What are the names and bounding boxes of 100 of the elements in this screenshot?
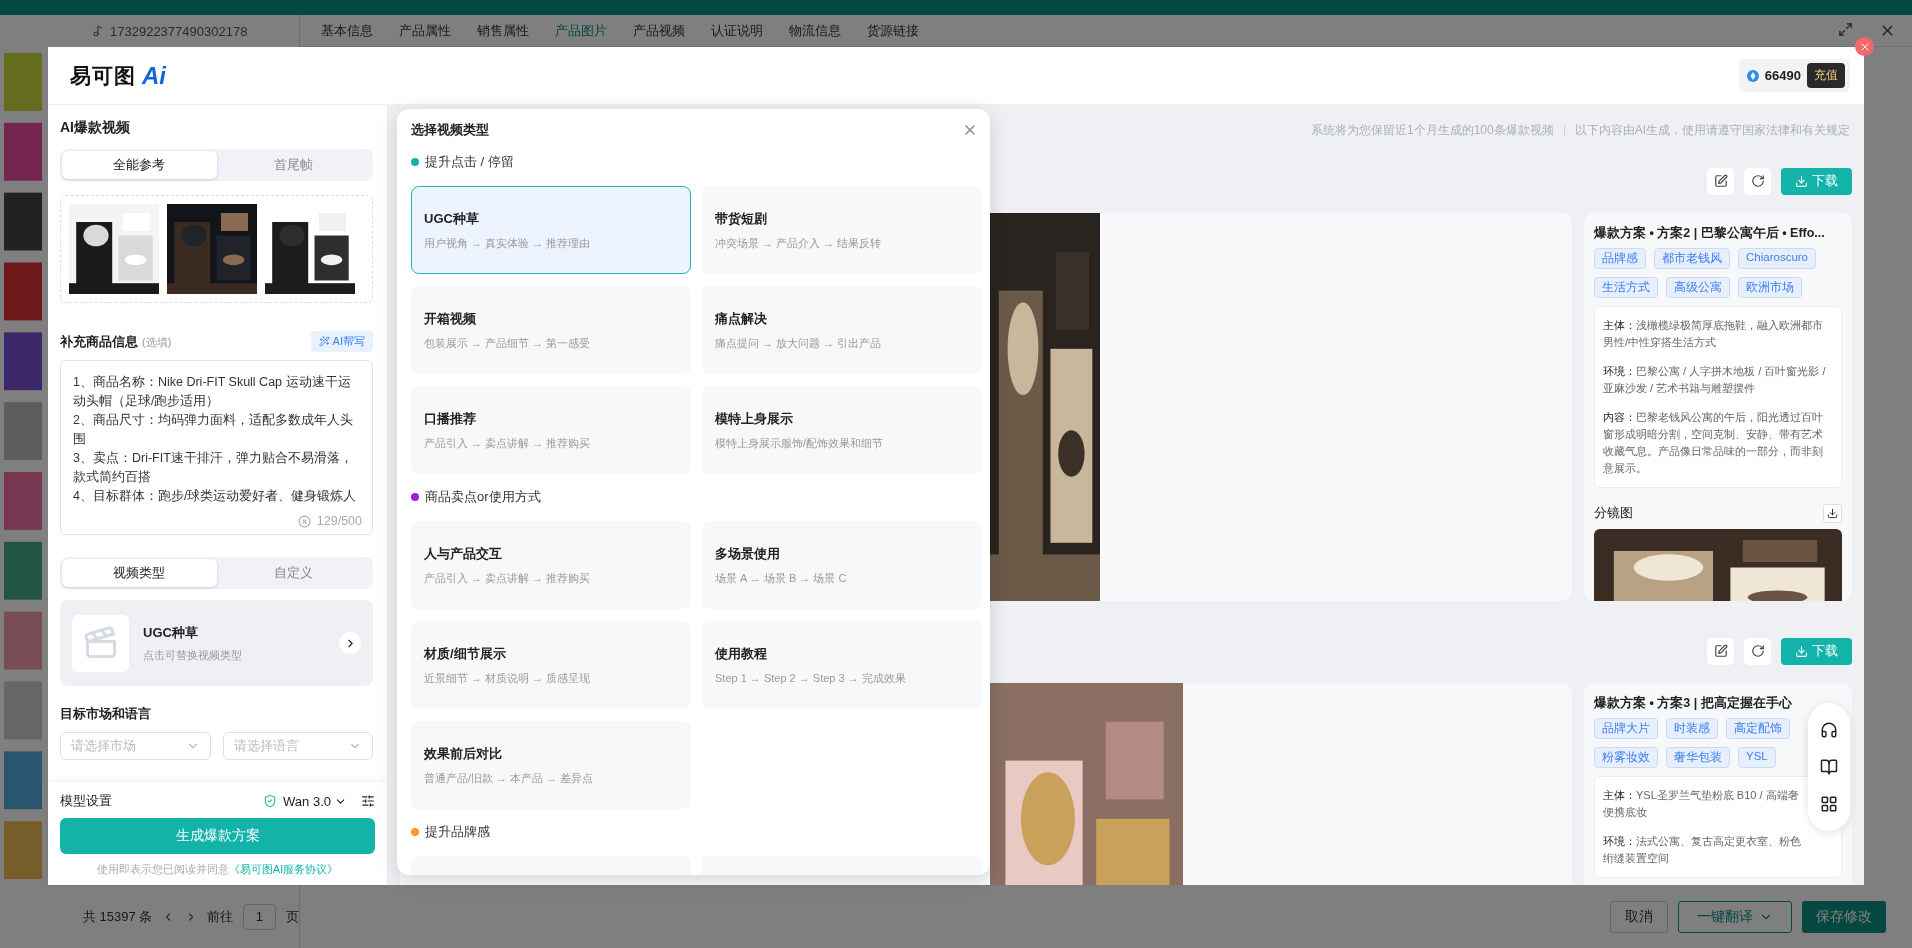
model-label: 模型设置 bbox=[60, 792, 112, 810]
popup-title: 选择视频类型 bbox=[411, 121, 489, 139]
video-type-option[interactable]: UGC种草 用户视角 → 真实体验 → 推荐理由 bbox=[411, 186, 691, 274]
video-type-card[interactable]: UGC种草 点击可替换视频类型 bbox=[60, 600, 373, 686]
download-icon bbox=[1795, 174, 1808, 188]
translate-dropdown[interactable]: 一键翻译 bbox=[1678, 900, 1792, 933]
tag: 都市老钱风 bbox=[1654, 248, 1730, 269]
option-name: 口播推荐 bbox=[424, 409, 477, 428]
tag: 生活方式 bbox=[1594, 277, 1658, 298]
option-flow: 冲突场景 → 产品介入 → 结果反转 bbox=[715, 235, 883, 251]
panel-title: AI爆款视频 bbox=[60, 119, 131, 137]
tag: 时装感 bbox=[1666, 718, 1718, 739]
grid-icon[interactable] bbox=[1820, 795, 1838, 814]
refresh-button[interactable] bbox=[1744, 167, 1771, 195]
generate-button[interactable]: 生成爆款方案 bbox=[60, 818, 375, 854]
option-name: 痛点解决 bbox=[715, 309, 768, 328]
refresh-icon bbox=[1750, 644, 1765, 658]
video-type-option[interactable]: 多场景使用 场景 A → 场景 B → 场景 C bbox=[702, 521, 982, 609]
detail-text: 主体：YSL圣罗兰气垫粉底 B10 / 高端奢便携底妆 bbox=[1603, 788, 1800, 820]
video-type-option[interactable]: 带货短剧 冲突场景 → 产品介入 → 结果反转 bbox=[702, 186, 982, 274]
download-button[interactable]: 下载 bbox=[1781, 167, 1852, 195]
edit-icon bbox=[1713, 644, 1728, 658]
edit-button[interactable] bbox=[1707, 637, 1734, 665]
plan-title: 爆款方案 • 方案3 | 把高定握在手心 bbox=[1594, 695, 1793, 712]
video-type-option[interactable]: 痛点解决 痛点提问 → 放大问题 → 引出产品 bbox=[702, 286, 982, 374]
video-type-option[interactable]: 使用教程 Step 1 → Step 2 → Step 3 → 完成效果 bbox=[702, 621, 982, 709]
page-tab[interactable]: 产品图片 bbox=[542, 21, 620, 40]
video-type-option[interactable]: 开箱视频 包装展示 → 产品细节 → 第一感受 bbox=[411, 286, 691, 374]
tag: 粉雾妆效 bbox=[1594, 747, 1658, 768]
section-title: 提升品牌感 bbox=[425, 823, 490, 841]
detail-text: 主体：浅橄榄绿极简厚底拖鞋，融入欧洲都市男性/中性穿搭生活方式 bbox=[1603, 318, 1824, 350]
video-type-hint: 点击可替换视频类型 bbox=[143, 647, 243, 663]
page-field[interactable]: 1 bbox=[242, 903, 276, 930]
tag: Chiaroscuro bbox=[1738, 248, 1816, 269]
page-tab[interactable]: 基本信息 bbox=[308, 21, 386, 40]
page-tab[interactable]: 产品属性 bbox=[386, 21, 464, 40]
page-tab[interactable]: 认证说明 bbox=[698, 21, 776, 40]
option-flow: 模特上身展示服饰/配饰效果和细节 bbox=[715, 435, 885, 451]
model-dropdown[interactable]: Wan 3.0 bbox=[283, 793, 347, 809]
page-tab[interactable]: 物流信息 bbox=[776, 21, 854, 40]
total-count: 共 15397 条 bbox=[83, 907, 153, 926]
section-label: 目标市场和语言 bbox=[60, 705, 152, 723]
shield-check-icon bbox=[263, 794, 278, 808]
video-type-option[interactable]: 效果前后对比 普通产品/旧款 → 本产品 → 差异点 bbox=[411, 721, 691, 809]
agreement-text: 使用即表示您已阅读并同意 bbox=[96, 863, 229, 875]
tag: 奢华包装 bbox=[1666, 747, 1730, 768]
page-tab[interactable]: 产品视频 bbox=[620, 21, 698, 40]
headset-icon[interactable] bbox=[1820, 720, 1838, 739]
goto-label: 前往 bbox=[206, 907, 233, 926]
storyboard-label: 分镜图 bbox=[1594, 505, 1633, 522]
agreement-link[interactable]: 《易可图AI服务协议》 bbox=[228, 863, 339, 875]
close-button[interactable] bbox=[1855, 37, 1874, 56]
next-button[interactable] bbox=[339, 632, 361, 654]
video-type-name: UGC种草 bbox=[143, 623, 199, 642]
recharge-button[interactable]: 充值 bbox=[1807, 63, 1845, 88]
option-flow: 痛点提问 → 放大问题 → 引出产品 bbox=[715, 335, 883, 351]
type-tab[interactable]: 视频类型 bbox=[62, 559, 217, 587]
save-button[interactable]: 保存修改 bbox=[1802, 900, 1886, 933]
product-id: 1732922377490302178 bbox=[110, 23, 248, 39]
option-flow: 场景 A → 场景 B → 场景 C bbox=[715, 570, 848, 586]
refresh-button[interactable] bbox=[1744, 637, 1771, 665]
section-title: 提升点击 / 停留 bbox=[425, 153, 514, 171]
refresh-icon bbox=[1750, 174, 1765, 188]
fullscreen-icon[interactable] bbox=[1838, 22, 1853, 37]
download-button[interactable]: 下载 bbox=[1781, 637, 1852, 665]
video-type-option[interactable]: 模特上身展示 模特上身展示服饰/配饰效果和细节 bbox=[702, 386, 982, 474]
char-counter: 129/500 bbox=[316, 514, 362, 528]
detail-text: 内容：巴黎老钱风公寓的午后，阳光透过百叶窗形成明暗分割，空间克制、安静、带有艺术收藏气息。产品像日常品味的一部分，而非刻意展示。 bbox=[1603, 410, 1824, 476]
option-name: 材质/细节展示 bbox=[424, 644, 507, 663]
type-tab[interactable]: 自定义 bbox=[216, 559, 371, 587]
option-name: 效果前后对比 bbox=[424, 744, 503, 763]
download-icon bbox=[1827, 508, 1838, 519]
section-label: 补充商品信息 (选填) bbox=[60, 332, 172, 351]
detail-text: 环境：法式公寓、复古高定更衣室、粉色绗缝装置空间 bbox=[1603, 834, 1802, 866]
download-button[interactable] bbox=[1823, 504, 1842, 523]
magic-wand-icon bbox=[318, 336, 330, 347]
video-type-option[interactable]: 材质/细节展示 近景细节 → 材质说明 → 质感呈现 bbox=[411, 621, 691, 709]
settings-icon[interactable] bbox=[361, 794, 375, 808]
tag: 品牌大片 bbox=[1594, 718, 1658, 739]
edit-button[interactable] bbox=[1707, 167, 1734, 195]
ai-write-button[interactable]: AI帮写 bbox=[310, 331, 373, 352]
logo: 易可图 Ai bbox=[70, 61, 166, 90]
page-tab[interactable]: 货源链接 bbox=[854, 21, 932, 40]
mode-tab[interactable]: 首尾帧 bbox=[216, 151, 371, 179]
clapperboard-icon bbox=[82, 625, 119, 661]
tag: 高定配饰 bbox=[1726, 718, 1790, 739]
page-unit: 页 bbox=[286, 907, 299, 926]
coin-icon bbox=[1746, 69, 1759, 82]
product-info-field[interactable]: 1、商品名称：Nike Dri-FIT Skull Cap 运动速干运动头帽（足球/跑步适用） 2、商品尺寸：均码弹力面料，适配多数成年人头围 3、卖点：Dri-FIT速干排汗，弹力贴合不易滑落，款式简约百搭 4、目标群体：跑步/球类运动爱好者、健身锻炼人 129/500 bbox=[60, 360, 373, 535]
video-type-option[interactable]: 人与产品交互 产品引入 → 卖点讲解 → 推荐购买 bbox=[411, 521, 691, 609]
book-icon[interactable] bbox=[1820, 758, 1838, 776]
credit-count: 66490 bbox=[1764, 68, 1801, 83]
plan-title: 爆款方案 • 方案2 | 巴黎公寓午后 • Effo... bbox=[1594, 225, 1826, 242]
page-tab[interactable]: 销售属性 bbox=[464, 21, 542, 40]
cancel-button[interactable]: 取消 bbox=[1610, 900, 1668, 933]
mode-tab[interactable]: 全能参考 bbox=[62, 151, 217, 179]
video-type-option[interactable]: 口播推荐 产品引入 → 卖点讲解 → 推荐购买 bbox=[411, 386, 691, 474]
option-name: UGC种草 bbox=[424, 209, 480, 228]
option-flow: 包装展示 → 产品细节 → 第一感受 bbox=[424, 335, 592, 351]
option-name: 带货短剧 bbox=[715, 209, 768, 228]
